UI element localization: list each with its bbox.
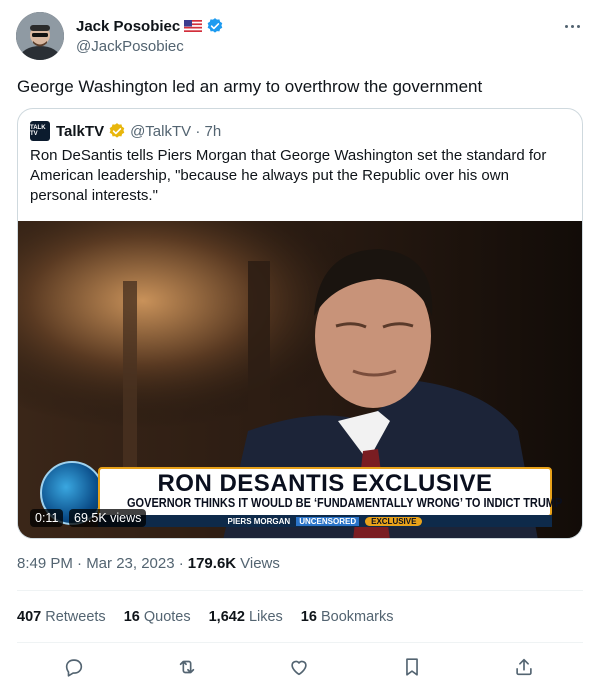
gold-verified-badge-icon <box>109 123 125 138</box>
tweet-timestamp: 8:49 PM · Mar 23, 2023 · 179.6K Views <box>17 555 280 572</box>
chyron-uncensored: UNCENSORED <box>296 516 360 526</box>
video-player[interactable]: RON DESANTIS EXCLUSIVE GOVERNOR THINKS I… <box>18 221 582 538</box>
views-count: 179.6K <box>187 555 237 572</box>
us-flag-icon <box>184 20 203 32</box>
more-options-icon[interactable] <box>558 16 586 36</box>
bookmarks-stat[interactable]: 16 Bookmarks <box>301 609 394 625</box>
bookmark-icon[interactable] <box>401 656 423 678</box>
chyron: RON DESANTIS EXCLUSIVE GOVERNOR THINKS I… <box>98 467 563 517</box>
quote-avatar: TALK TV <box>30 121 50 141</box>
quotes-stat[interactable]: 16 Quotes <box>124 609 191 625</box>
action-bar <box>17 652 583 682</box>
retweet-icon[interactable] <box>176 656 198 678</box>
quoted-tweet[interactable]: TALK TV TalkTV @TalkTV · 7h Ron DeSantis… <box>17 108 583 539</box>
video-duration: 0:11 <box>30 509 64 527</box>
share-icon[interactable] <box>513 656 535 678</box>
tweet-header: Jack Posobiec @JackPosobiec <box>16 12 586 62</box>
verified-badge-icon <box>207 18 223 33</box>
author-handle[interactable]: @JackPosobiec <box>76 38 224 55</box>
quote-text: Ron DeSantis tells Piers Morgan that Geo… <box>30 147 547 204</box>
chyron-show: PIERS MORGAN <box>227 516 291 526</box>
quote-handle-time: @TalkTV · 7h <box>130 122 222 140</box>
avatar-photo <box>16 12 64 60</box>
tweet-time[interactable]: 8:49 PM · Mar 23, 2023 · <box>17 555 184 572</box>
engagement-stats: 407 Retweets 16 Quotes 1,642 Likes 16 Bo… <box>17 609 394 625</box>
divider <box>17 590 583 591</box>
chyron-bar: PIERS MORGAN UNCENSORED EXCLUSIVE <box>98 515 552 527</box>
views-label: Views <box>240 555 280 572</box>
video-views: 69.5K views <box>69 509 147 527</box>
chyron-title: RON DESANTIS EXCLUSIVE <box>157 470 493 497</box>
avatar[interactable] <box>16 12 64 60</box>
quote-author-name: TalkTV <box>56 122 105 140</box>
reply-icon[interactable] <box>63 656 85 678</box>
chyron-subtitle: GOVERNOR THINKS IT WOULD BE ‘FUNDAMENTAL… <box>127 496 563 510</box>
retweets-stat[interactable]: 407 Retweets <box>17 609 106 625</box>
like-icon[interactable] <box>288 656 310 678</box>
tweet-text: George Washington led an army to overthr… <box>17 77 483 96</box>
divider <box>17 642 583 643</box>
likes-stat[interactable]: 1,642 Likes <box>209 609 283 625</box>
chyron-exclusive: EXCLUSIVE <box>365 516 423 526</box>
author-name[interactable]: Jack Posobiec <box>76 18 180 35</box>
